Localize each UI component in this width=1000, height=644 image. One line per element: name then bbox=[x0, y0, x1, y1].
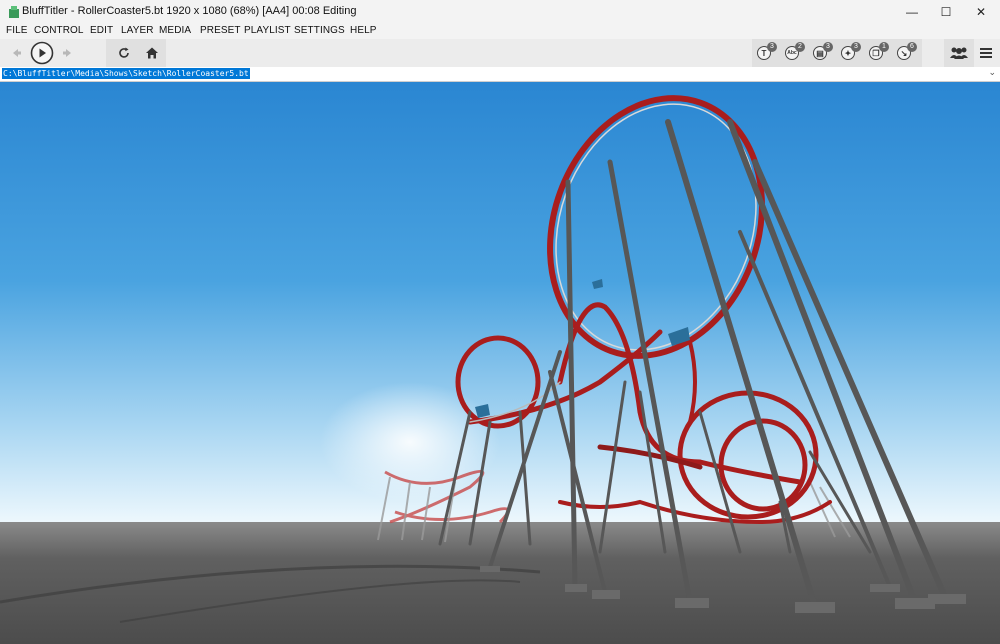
file-path-bar[interactable]: C:\BluffTitler\Media\Shows\Sketch\Roller… bbox=[0, 67, 1000, 82]
play-button[interactable] bbox=[30, 41, 54, 65]
app-icon bbox=[9, 6, 19, 18]
menu-edit[interactable]: EDIT bbox=[90, 25, 113, 36]
model-layer-button[interactable]: ❒ 1 bbox=[867, 42, 889, 63]
play-icon bbox=[30, 41, 54, 65]
font-layer-button[interactable]: Abc 2 bbox=[783, 42, 805, 63]
minimize-button[interactable]: — bbox=[895, 0, 929, 24]
prev-button[interactable] bbox=[8, 42, 24, 64]
home-button[interactable] bbox=[143, 42, 161, 64]
next-icon bbox=[63, 49, 71, 57]
roller-coaster-scene bbox=[0, 82, 1000, 644]
layer-count-badge: 1 bbox=[879, 42, 889, 52]
particle-layer-button[interactable]: ✦ 3 bbox=[839, 42, 861, 63]
file-path-input[interactable]: C:\BluffTitler\Media\Shows\Sketch\Roller… bbox=[2, 68, 250, 79]
menu-preset[interactable]: PRESET bbox=[200, 25, 241, 36]
menu-help[interactable]: HELP bbox=[350, 25, 377, 36]
render-viewport[interactable] bbox=[0, 82, 1000, 644]
layer-count-badge: 3 bbox=[823, 42, 833, 52]
menu-control[interactable]: CONTROL bbox=[34, 25, 84, 36]
users-icon bbox=[950, 47, 968, 59]
refresh-button[interactable] bbox=[115, 42, 133, 64]
close-button[interactable]: ✕ bbox=[964, 0, 998, 24]
menu-media[interactable]: MEDIA bbox=[159, 25, 191, 36]
menu-playlist[interactable]: PLAYLIST bbox=[244, 25, 291, 36]
layer-count-badge: 2 bbox=[795, 42, 805, 52]
layer-count-badge: 6 bbox=[907, 42, 917, 52]
toolbar: T 3 Abc 2 ▤ 3 ✦ 3 ❒ 1 ↘ 6 bbox=[0, 39, 1000, 68]
window-title: BluffTitler - RollerCoaster5.bt 1920 x 1… bbox=[22, 5, 357, 17]
hamburger-menu-icon bbox=[980, 48, 992, 58]
next-button[interactable] bbox=[60, 42, 76, 64]
layer-count-badge: 3 bbox=[767, 42, 777, 52]
picture-layer-button[interactable]: ▤ 3 bbox=[811, 42, 833, 63]
refresh-icon bbox=[119, 47, 129, 58]
menu-button[interactable] bbox=[977, 42, 995, 64]
menu-settings[interactable]: SETTINGS bbox=[294, 25, 345, 36]
title-bar: BluffTitler - RollerCoaster5.bt 1920 x 1… bbox=[0, 0, 1000, 24]
menu-bar: FILE CONTROL EDIT LAYER MEDIA PRESET PLA… bbox=[0, 24, 1000, 39]
users-button[interactable] bbox=[947, 42, 971, 64]
light-layer-button[interactable]: ↘ 6 bbox=[895, 42, 917, 63]
chevron-down-icon[interactable]: ⌄ bbox=[988, 67, 996, 78]
sky bbox=[0, 82, 1000, 524]
maximize-button[interactable]: ☐ bbox=[929, 0, 963, 24]
layer-count-badge: 3 bbox=[851, 42, 861, 52]
text-layer-button[interactable]: T 3 bbox=[755, 42, 777, 63]
prev-icon bbox=[13, 49, 21, 57]
menu-layer[interactable]: LAYER bbox=[121, 25, 154, 36]
menu-file[interactable]: FILE bbox=[6, 25, 28, 36]
home-icon bbox=[146, 47, 158, 59]
